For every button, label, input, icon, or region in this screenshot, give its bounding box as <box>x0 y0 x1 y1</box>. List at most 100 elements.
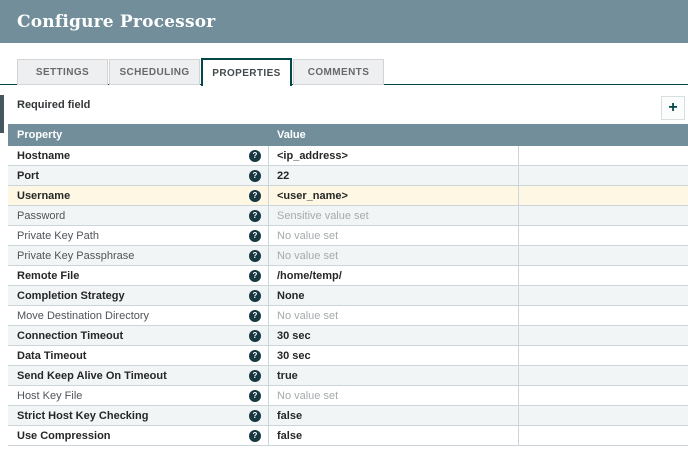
help-icon[interactable]: ? <box>249 189 261 202</box>
help-icon[interactable]: ? <box>249 389 261 402</box>
extra-cell <box>519 366 688 385</box>
table-row[interactable]: Send Keep Alive On Timeout ? true <box>8 366 688 386</box>
property-cell: Password ? <box>8 206 269 225</box>
value-cell[interactable]: true <box>269 366 519 385</box>
property-label: Hostname <box>17 149 71 162</box>
value-cell[interactable]: Sensitive value set <box>269 206 519 225</box>
tab[interactable]: SETTINGS <box>17 59 108 85</box>
value-cell[interactable]: 22 <box>269 166 519 185</box>
property-value: None <box>277 289 305 302</box>
help-icon[interactable]: ? <box>249 429 261 442</box>
extra-cell <box>519 346 688 365</box>
table-row[interactable]: Connection Timeout ? 30 sec <box>8 326 688 346</box>
value-cell[interactable]: No value set <box>269 386 519 405</box>
property-value: No value set <box>277 229 339 242</box>
table-row[interactable]: Move Destination Directory ? No value se… <box>8 306 688 326</box>
property-value: <user_name> <box>277 189 348 202</box>
value-cell[interactable]: None <box>269 286 519 305</box>
property-value: 22 <box>277 169 290 182</box>
property-cell: Connection Timeout ? <box>8 326 269 345</box>
help-icon[interactable]: ? <box>249 209 261 222</box>
help-icon[interactable]: ? <box>249 229 261 242</box>
property-label: Port <box>17 169 39 182</box>
tab[interactable]: COMMENTS <box>293 59 384 85</box>
table-row[interactable]: Password ? Sensitive value set <box>8 206 688 226</box>
dialog-title: Configure Processor <box>17 11 216 32</box>
property-cell: Send Keep Alive On Timeout ? <box>8 366 269 385</box>
tab-label: SCHEDULING <box>119 66 190 78</box>
help-icon[interactable]: ? <box>249 309 261 322</box>
table-body: Hostname ? <ip_address> Port ? 22 Userna… <box>8 146 688 446</box>
table-row[interactable]: Use Compression ? false <box>8 426 688 446</box>
column-header-property: Property <box>17 129 63 141</box>
table-row[interactable]: Hostname ? <ip_address> <box>8 146 688 166</box>
table-row[interactable]: Private Key Path ? No value set <box>8 226 688 246</box>
value-cell[interactable]: 30 sec <box>269 326 519 345</box>
extra-cell <box>519 386 688 405</box>
property-label: Host Key File <box>17 389 83 402</box>
property-value: Sensitive value set <box>277 209 369 222</box>
value-cell[interactable]: <user_name> <box>269 186 519 205</box>
help-icon[interactable]: ? <box>249 269 261 282</box>
table-row[interactable]: Username ? <user_name> <box>8 186 688 206</box>
add-property-button[interactable]: + <box>661 96 685 120</box>
dialog-header: Configure Processor <box>0 0 688 43</box>
extra-cell <box>519 186 688 205</box>
tab-label: PROPERTIES <box>212 67 281 79</box>
property-value: No value set <box>277 249 339 262</box>
tab[interactable]: PROPERTIES <box>201 58 292 86</box>
tab-label: COMMENTS <box>307 66 370 78</box>
property-cell: Private Key Passphrase ? <box>8 246 269 265</box>
value-cell[interactable]: /home/temp/ <box>269 266 519 285</box>
property-cell: Remote File ? <box>8 266 269 285</box>
table-row[interactable]: Host Key File ? No value set <box>8 386 688 406</box>
extra-cell <box>519 226 688 245</box>
property-label: Connection Timeout <box>17 329 124 342</box>
property-cell: Host Key File ? <box>8 386 269 405</box>
value-cell[interactable]: No value set <box>269 306 519 325</box>
table-row[interactable]: Private Key Passphrase ? No value set <box>8 246 688 266</box>
property-value: false <box>277 409 303 422</box>
value-cell[interactable]: false <box>269 406 519 425</box>
table-row[interactable]: Port ? 22 <box>8 166 688 186</box>
column-header-value: Value <box>277 129 306 141</box>
tabbar: SETTINGS SCHEDULING PROPERTIES COMMENTS <box>17 58 385 87</box>
required-field-label: Required field <box>17 99 91 111</box>
help-icon[interactable]: ? <box>249 329 261 342</box>
value-cell[interactable]: <ip_address> <box>269 146 519 165</box>
extra-cell <box>519 146 688 165</box>
property-label: Password <box>17 209 66 222</box>
property-label: Move Destination Directory <box>17 309 150 322</box>
value-cell[interactable]: No value set <box>269 226 519 245</box>
table-row[interactable]: Completion Strategy ? None <box>8 286 688 306</box>
property-cell: Hostname ? <box>8 146 269 165</box>
help-icon[interactable]: ? <box>249 169 261 182</box>
property-value: 30 sec <box>277 329 311 342</box>
extra-cell <box>519 266 688 285</box>
help-icon[interactable]: ? <box>249 349 261 362</box>
property-cell: Move Destination Directory ? <box>8 306 269 325</box>
extra-cell <box>519 246 688 265</box>
help-icon[interactable]: ? <box>249 409 261 422</box>
extra-cell <box>519 206 688 225</box>
table-row[interactable]: Data Timeout ? 30 sec <box>8 346 688 366</box>
help-icon[interactable]: ? <box>249 289 261 302</box>
property-label: Remote File <box>17 269 80 282</box>
help-icon[interactable]: ? <box>249 149 261 162</box>
table-row[interactable]: Strict Host Key Checking ? false <box>8 406 688 426</box>
extra-cell <box>519 286 688 305</box>
tab[interactable]: SCHEDULING <box>109 59 200 85</box>
value-cell[interactable]: No value set <box>269 246 519 265</box>
property-cell: Private Key Path ? <box>8 226 269 245</box>
table-row[interactable]: Remote File ? /home/temp/ <box>8 266 688 286</box>
extra-cell <box>519 426 688 445</box>
help-icon[interactable]: ? <box>249 369 261 382</box>
property-label: Private Key Passphrase <box>17 249 135 262</box>
help-icon[interactable]: ? <box>249 249 261 262</box>
extra-cell <box>519 326 688 345</box>
property-value: true <box>277 369 298 382</box>
value-cell[interactable]: 30 sec <box>269 346 519 365</box>
value-cell[interactable]: false <box>269 426 519 445</box>
property-cell: Data Timeout ? <box>8 346 269 365</box>
table-header-row: Property Value <box>8 124 688 146</box>
